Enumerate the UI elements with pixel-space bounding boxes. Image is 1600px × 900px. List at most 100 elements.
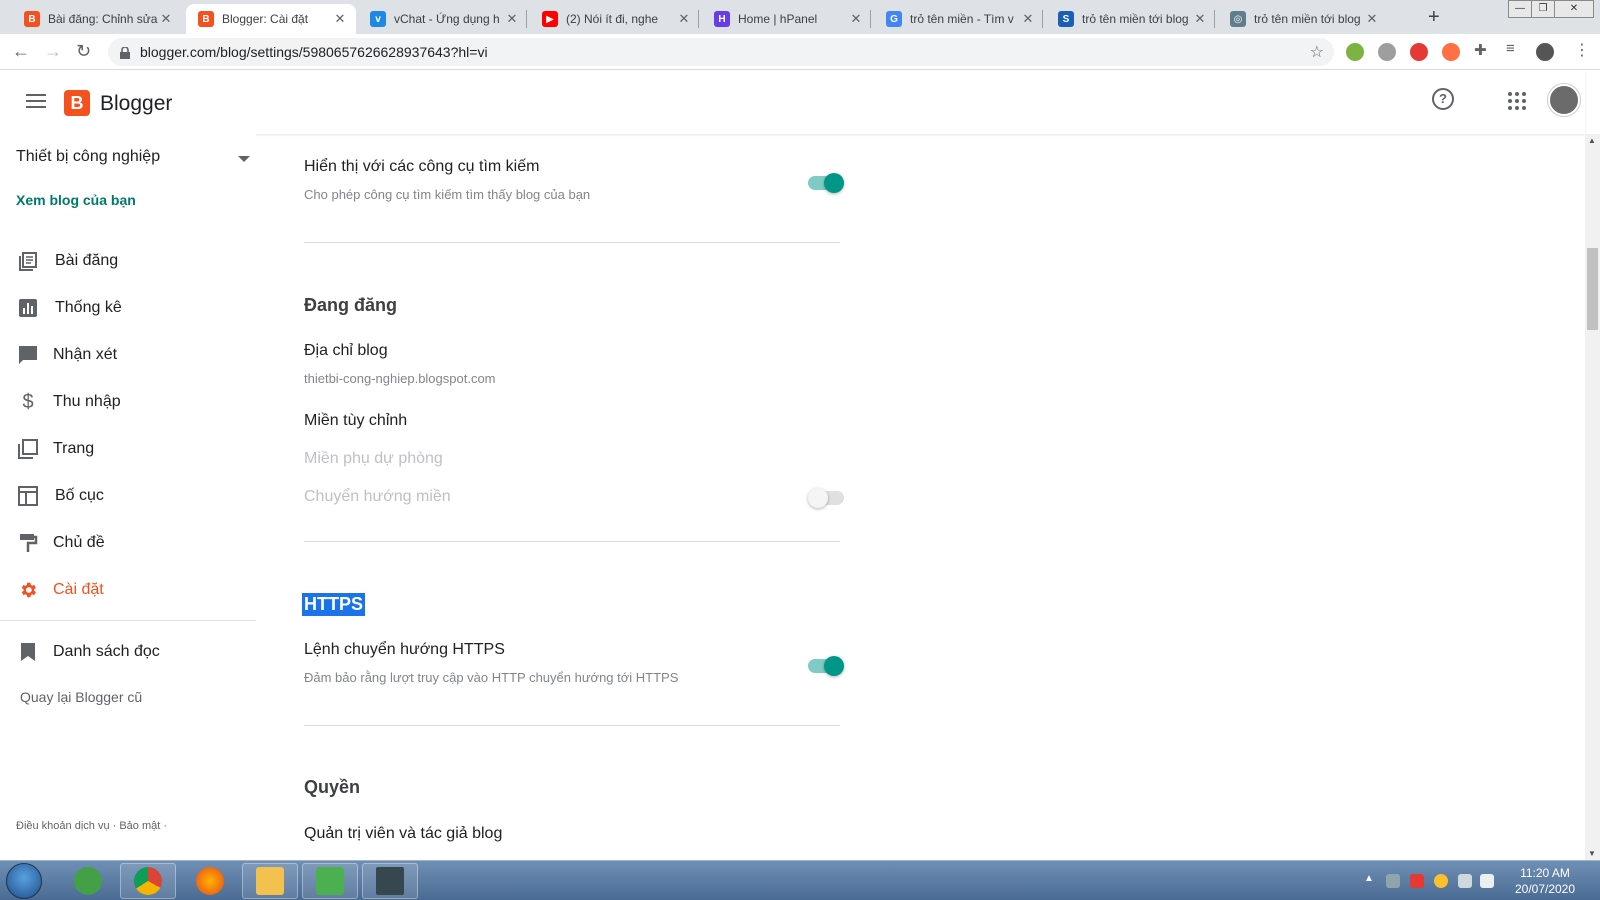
scroll-down-arrow[interactable]: ▼ — [1588, 849, 1596, 858]
browser-tab[interactable]: ▶ (2) Nói ít đi, nghe ✕ — [530, 4, 700, 34]
app-title: Blogger — [100, 92, 173, 115]
tab-title: trỏ tên miền - Tìm v — [910, 12, 1014, 26]
bookmark-star-icon[interactable]: ☆ — [1310, 42, 1324, 62]
close-tab-icon[interactable]: ✕ — [1364, 11, 1380, 27]
tab-favicon-icon: B — [198, 11, 214, 27]
sidebar-item-reading-list[interactable]: Danh sách đọc — [0, 632, 256, 672]
address-bar[interactable]: blogger.com/blog/settings/59806576266289… — [108, 38, 1334, 66]
browser-tab[interactable]: v vChat - Ứng dụng h ✕ — [358, 4, 528, 34]
profile-icon[interactable] — [1536, 43, 1554, 61]
tray-network-icon[interactable] — [1386, 874, 1400, 888]
browser-tab[interactable]: Gtrỏ tên miền - Tìm v ✕ — [874, 4, 1044, 34]
divider — [304, 725, 840, 726]
tab-title: trỏ tên miền tới blog — [1254, 12, 1361, 26]
menu-kebab-icon[interactable]: ⋮ — [1574, 40, 1592, 59]
divider — [304, 541, 840, 542]
sidebar-item-earnings[interactable]: $ Thu nhập — [0, 382, 256, 422]
extension-icon[interactable] — [1378, 43, 1396, 61]
browser-tab[interactable]: H Home | hPanel ✕ — [702, 4, 872, 34]
tray-expand-icon[interactable]: ▲ — [1364, 873, 1374, 884]
tray-display-icon[interactable] — [1458, 874, 1472, 888]
forward-button[interactable]: → — [44, 41, 62, 62]
search-visible-title: Hiển thị với các công cụ tìm kiếm — [304, 158, 540, 175]
minimize-button[interactable]: — — [1508, 0, 1532, 18]
system-clock[interactable]: 11:20 AM 20/07/2020 — [1500, 865, 1590, 897]
extension-icon[interactable] — [1346, 43, 1364, 61]
reload-button[interactable]: ↻ — [76, 41, 91, 62]
tab-favicon-icon: ▶ — [542, 11, 558, 27]
https-redirect-desc: Đảm bảo rằng lượt truy cập vào HTTP chuy… — [304, 670, 679, 685]
close-tab-icon[interactable]: ✕ — [1192, 11, 1208, 27]
sidebar-item-comments[interactable]: Nhận xét — [0, 335, 256, 375]
blog-selector[interactable]: Thiết bị công nghiệp — [16, 148, 160, 166]
scrollbar-thumb[interactable] — [1587, 248, 1598, 330]
tab-title: Blogger: Cài đặt — [222, 12, 309, 26]
sidebar-item-theme[interactable]: Chủ đề — [0, 523, 256, 563]
sidebar-item-stats[interactable]: Thống kê — [0, 288, 256, 328]
footer-links[interactable]: Điều khoản dịch vụ · Bảo mật · — [16, 820, 167, 832]
tab-title: Home | hPanel — [738, 12, 818, 26]
browser-tab[interactable]: ◎ trỏ tên miền tới blog ✕ — [1218, 4, 1388, 34]
tab-favicon-icon: S — [1058, 11, 1074, 27]
close-tab-icon[interactable]: ✕ — [848, 11, 864, 27]
permissions-heading: Quyền — [304, 777, 361, 797]
volume-icon[interactable] — [1480, 874, 1494, 888]
close-tab-icon[interactable]: ✕ — [158, 11, 174, 27]
redirect-domain-toggle[interactable] — [808, 488, 844, 508]
media-control-icon[interactable]: ≡ — [1506, 40, 1524, 58]
taskbar-app-explorer[interactable] — [242, 863, 298, 899]
extension-icon[interactable] — [1410, 43, 1428, 61]
clock-date: 20/07/2020 — [1514, 882, 1576, 896]
url-text: blogger.com/blog/settings/59806576266289… — [140, 44, 488, 60]
blog-address-title[interactable]: Địa chỉ blog — [304, 342, 388, 360]
tab-title: trỏ tên miền tới blog — [1082, 12, 1189, 26]
chevron-down-icon[interactable] — [238, 156, 250, 162]
taskbar-app-qtranslate[interactable] — [302, 863, 358, 899]
scroll-up-arrow[interactable]: ▲ — [1588, 136, 1596, 145]
tray-app-icon[interactable] — [1410, 874, 1424, 888]
sidebar-item-layout[interactable]: Bố cục — [0, 476, 256, 516]
custom-domain-title[interactable]: Miền tùy chỉnh — [304, 412, 407, 430]
bookmark-icon — [18, 642, 38, 662]
restore-button[interactable]: ❐ — [1531, 0, 1555, 18]
admins-authors-title[interactable]: Quản trị viên và tác giả blog — [304, 825, 502, 843]
taskbar-app-firefox[interactable] — [182, 863, 238, 899]
windows-taskbar: ▲ 11:20 AM 20/07/2020 — [0, 860, 1600, 900]
search-visible-toggle[interactable] — [808, 173, 844, 193]
browser-tab[interactable]: Strỏ tên miền tới blog ✕ — [1046, 4, 1216, 34]
browser-toolbar: ← → ↻ blogger.com/blog/settings/59806576… — [0, 34, 1600, 70]
hamburger-menu-icon[interactable] — [26, 94, 46, 108]
sidebar-item-posts[interactable]: Bài đăng — [0, 241, 256, 281]
earnings-icon: $ — [22, 390, 34, 413]
blogger-logo[interactable]: B — [64, 90, 90, 116]
close-tab-icon[interactable]: ✕ — [676, 11, 692, 27]
view-blog-link[interactable]: Xem blog của bạn — [16, 192, 136, 208]
page-scrollbar[interactable]: ▲ ▼ — [1585, 134, 1600, 860]
close-tab-icon[interactable]: ✕ — [332, 11, 348, 27]
close-tab-icon[interactable]: ✕ — [1020, 11, 1036, 27]
tab-favicon-icon: ◎ — [1230, 11, 1246, 27]
tab-separator — [870, 10, 871, 28]
back-button[interactable]: ← — [12, 41, 30, 62]
old-blogger-link[interactable]: Quay lại Blogger cũ — [20, 689, 142, 705]
new-tab-button[interactable]: + — [1428, 6, 1440, 29]
avatar[interactable] — [1548, 84, 1580, 116]
blog-address-value: thietbi-cong-nghiep.blogspot.com — [304, 371, 496, 386]
taskbar-app-coccoc[interactable] — [60, 863, 116, 899]
sidebar-item-settings[interactable]: Cài đặt — [0, 570, 256, 610]
puzzle-icon[interactable]: ✚ — [1474, 41, 1492, 59]
browser-tab[interactable]: B Bài đăng: Chỉnh sửa ✕ — [12, 4, 182, 34]
tray-app-icon[interactable] — [1434, 874, 1448, 888]
sidebar-item-pages[interactable]: Trang — [0, 429, 256, 469]
browser-tab[interactable]: B Blogger: Cài đặt ✕ — [186, 4, 356, 34]
apps-grid-icon[interactable] — [1508, 92, 1526, 110]
start-button[interactable] — [6, 863, 42, 899]
extension-icon[interactable] — [1442, 43, 1460, 61]
https-redirect-toggle[interactable] — [808, 656, 844, 676]
help-icon[interactable]: ? — [1432, 88, 1454, 110]
close-window-button[interactable]: ✕ — [1554, 0, 1594, 18]
close-tab-icon[interactable]: ✕ — [504, 11, 520, 27]
lock-icon — [120, 46, 130, 59]
taskbar-app-terminal[interactable] — [362, 863, 418, 899]
taskbar-app-chrome[interactable] — [120, 863, 176, 899]
